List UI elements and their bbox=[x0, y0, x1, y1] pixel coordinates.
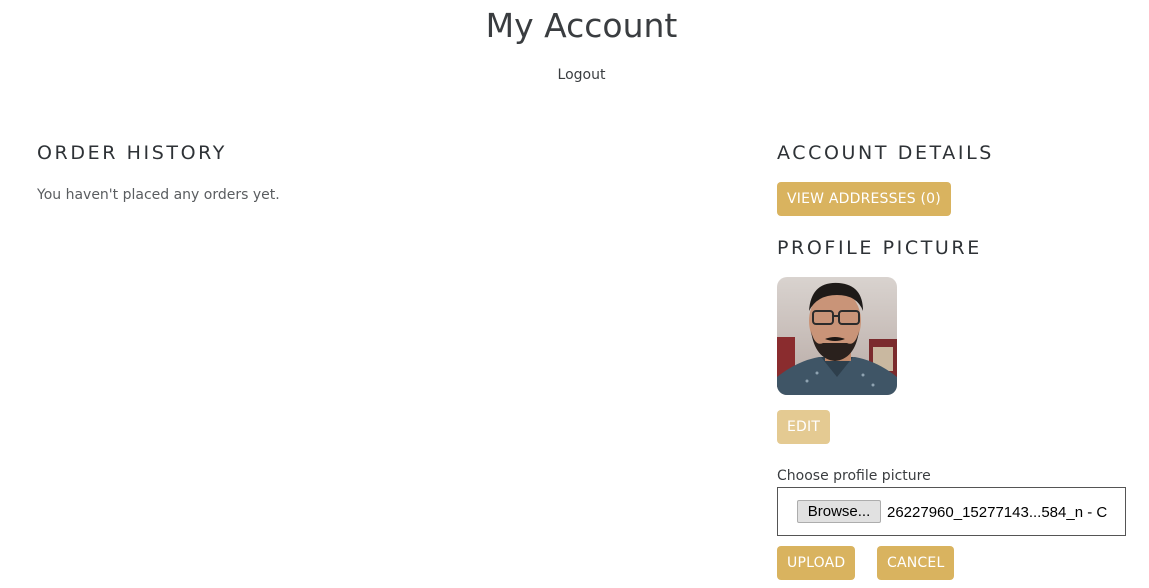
avatar bbox=[777, 277, 897, 395]
profile-photo-icon bbox=[777, 277, 897, 395]
profile-picture-heading: PROFILE PICTURE bbox=[777, 237, 982, 259]
choose-profile-picture-label: Choose profile picture bbox=[777, 468, 931, 484]
browse-button[interactable]: Browse... bbox=[797, 500, 881, 523]
order-history-empty-message: You haven't placed any orders yet. bbox=[37, 187, 280, 203]
file-input[interactable]: Browse... 26227960_15277143...584_n - C bbox=[777, 487, 1126, 536]
selected-file-name: 26227960_15277143...584_n - C bbox=[887, 504, 1108, 521]
view-addresses-button[interactable]: VIEW ADDRESSES (0) bbox=[777, 182, 951, 216]
cancel-button[interactable]: CANCEL bbox=[877, 546, 955, 580]
edit-profile-picture-button[interactable]: EDIT bbox=[777, 410, 831, 444]
page-title: My Account bbox=[485, 6, 678, 45]
upload-button[interactable]: UPLOAD bbox=[777, 546, 856, 580]
account-details-heading: ACCOUNT DETAILS bbox=[777, 142, 994, 164]
logout-link[interactable]: Logout bbox=[0, 65, 1149, 85]
order-history-heading: ORDER HISTORY bbox=[37, 142, 227, 164]
